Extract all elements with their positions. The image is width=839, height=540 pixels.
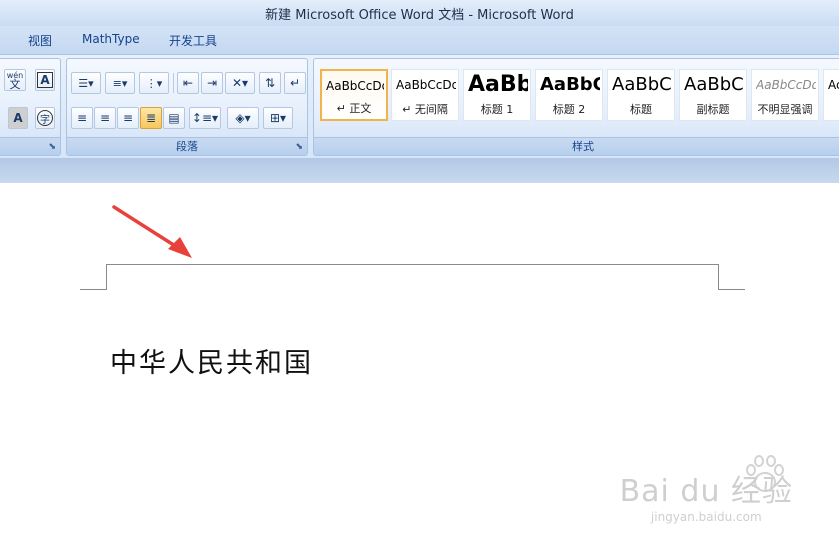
font-dialog-launcher-icon[interactable]: ⬊ xyxy=(48,142,56,152)
chinese-layout-icon: ✕▾ xyxy=(231,76,249,90)
red-arrow-icon xyxy=(112,205,192,258)
styles-group: AaBbCcDd ↵ 正文 AaBbCcDd ↵ 无间隔 AaBb 标题 1 A… xyxy=(313,58,839,156)
justify-icon: ≣ xyxy=(145,111,157,125)
tab-mathtype[interactable]: MathType xyxy=(82,32,140,46)
character-border-button[interactable]: A xyxy=(35,69,55,91)
style-normal[interactable]: AaBbCcDd ↵ 正文 xyxy=(320,69,388,121)
enclose-label: 字 xyxy=(37,110,53,126)
watermark-brand: Bai du 经验 xyxy=(619,474,793,509)
style-name: 标题 1 xyxy=(480,103,514,116)
document-body-text[interactable]: 中华人民共和国 xyxy=(110,341,313,380)
style-sample: AaBbCcDd xyxy=(396,78,456,92)
style-sample: AaBbCcDd xyxy=(756,78,816,92)
style-sample: AaBbC xyxy=(612,74,672,95)
enclose-characters-button[interactable]: 字 xyxy=(35,107,55,129)
title-bar: 新建 Microsoft Office Word 文档 - Microsoft … xyxy=(0,0,839,26)
borders-icon: ⊞▾ xyxy=(269,111,287,125)
word-window: 新建 Microsoft Office Word 文档 - Microsoft … xyxy=(0,0,839,540)
style-name: 副标题 xyxy=(696,103,730,116)
style-subtle-emphasis[interactable]: AaBbCcDd 不明显强调 xyxy=(751,69,819,121)
ribbon-tabs: 视图 MathType 开发工具 xyxy=(0,26,839,54)
increase-indent-button[interactable]: ⇥ xyxy=(201,72,223,94)
align-right-icon: ≡ xyxy=(122,111,134,125)
style-sample: AaBb xyxy=(468,72,528,97)
line-spacing-button[interactable]: ↕≡▾ xyxy=(189,107,221,129)
chinese-layout-button[interactable]: ✕▾ xyxy=(225,72,255,94)
style-sample: AaBbC xyxy=(540,74,600,95)
sort-icon: ⇅ xyxy=(264,76,276,90)
sort-button[interactable]: ⇅ xyxy=(259,72,281,94)
multilevel-list-button[interactable]: ⋮▾ xyxy=(139,72,169,94)
justify-button[interactable]: ≣ xyxy=(140,107,162,129)
style-name: ↵ 无间隔 xyxy=(402,103,448,116)
style-title[interactable]: AaBbC 标题 xyxy=(607,69,675,121)
multilevel-list-icon: ⋮▾ xyxy=(145,76,163,90)
tab-developer[interactable]: 开发工具 xyxy=(169,32,217,49)
paragraph-mark-icon: ↵ xyxy=(289,76,301,90)
style-sample: Ac xyxy=(828,78,839,92)
style-name: 标题 2 xyxy=(552,103,586,116)
tab-view[interactable]: 视图 xyxy=(28,32,52,49)
style-heading-1[interactable]: AaBb 标题 1 xyxy=(463,69,531,121)
ribbon-bottom-band xyxy=(0,158,839,183)
increase-indent-icon: ⇥ xyxy=(206,76,218,90)
phonetic-char: 文 xyxy=(9,78,21,91)
decrease-indent-icon: ⇤ xyxy=(182,76,194,90)
char-shading-label: A xyxy=(13,111,23,125)
phonetic-guide-button[interactable]: wén 文 xyxy=(4,69,26,91)
style-sample: AaBbCcDd xyxy=(326,79,384,93)
character-shading-button[interactable]: A xyxy=(8,107,28,129)
font-group: wén 文 A A 字 ⬊ xyxy=(0,58,61,156)
style-name: 不明显强调 xyxy=(757,103,813,116)
decrease-indent-button[interactable]: ⇤ xyxy=(177,72,199,94)
paragraph-group-label: 段落 xyxy=(67,137,307,155)
margin-corner-left-vertical xyxy=(106,264,107,290)
distributed-button[interactable]: ▤ xyxy=(163,107,185,129)
line-spacing-icon: ↕≡▾ xyxy=(191,111,219,125)
style-subtitle[interactable]: AaBbC 副标题 xyxy=(679,69,747,121)
styles-group-label: 样式 xyxy=(314,137,839,155)
style-no-spacing[interactable]: AaBbCcDd ↵ 无间隔 xyxy=(391,69,459,121)
style-name: 标题 xyxy=(630,103,652,116)
shading-button[interactable]: ◈▾ xyxy=(227,107,259,129)
borders-button[interactable]: ⊞▾ xyxy=(263,107,293,129)
style-sample: AaBbC xyxy=(684,74,744,95)
bullets-icon: ☰▾ xyxy=(78,76,94,90)
bullets-button[interactable]: ☰▾ xyxy=(71,72,101,94)
paint-bucket-icon: ◈▾ xyxy=(235,111,251,125)
align-center-icon: ≡ xyxy=(99,111,111,125)
style-more[interactable]: Ac xyxy=(823,69,839,121)
style-heading-2[interactable]: AaBbC 标题 2 xyxy=(535,69,603,121)
style-name: ↵ 正文 xyxy=(336,102,372,115)
char-border-label: A xyxy=(37,72,53,88)
numbering-icon: ≡▾ xyxy=(112,76,128,90)
header-border-line xyxy=(106,264,719,265)
paragraph-group: ☰▾ ≡▾ ⋮▾ ⇤ ⇥ ✕▾ ⇅ ↵ ≡ ≡ ≡ ≣ ▤ ↕≡▾ ◈▾ ⊞▾ … xyxy=(66,58,308,156)
window-title: 新建 Microsoft Office Word 文档 - Microsoft … xyxy=(265,7,574,23)
show-marks-button[interactable]: ↵ xyxy=(284,72,306,94)
margin-corner-right-vertical xyxy=(718,264,719,290)
watermark: Bai du 经验 jingyan.baidu.com xyxy=(620,466,793,524)
margin-corner-left xyxy=(80,289,107,290)
distributed-icon: ▤ xyxy=(168,111,180,125)
margin-corner-right xyxy=(718,289,745,290)
align-center-button[interactable]: ≡ xyxy=(94,107,116,129)
ribbon: wén 文 A A 字 ⬊ ☰▾ ≡▾ ⋮▾ ⇤ ⇥ ✕▾ ⇅ ↵ ≡ ≡ ≡ … xyxy=(0,54,839,158)
paragraph-dialog-launcher-icon[interactable]: ⬊ xyxy=(295,142,303,152)
align-left-icon: ≡ xyxy=(76,111,88,125)
watermark-url: jingyan.baidu.com xyxy=(650,510,762,524)
align-left-button[interactable]: ≡ xyxy=(71,107,93,129)
align-right-button[interactable]: ≡ xyxy=(117,107,139,129)
numbering-button[interactable]: ≡▾ xyxy=(105,72,135,94)
